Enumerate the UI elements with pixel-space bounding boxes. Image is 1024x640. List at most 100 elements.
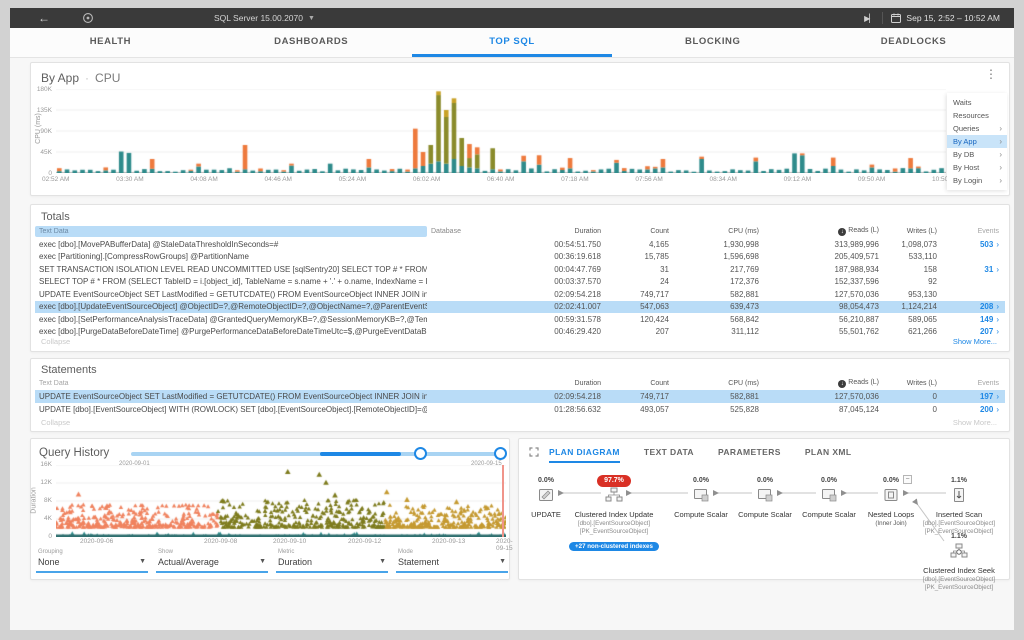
column-header-events[interactable]: Events: [937, 228, 1001, 235]
non-clustered-indexes-badge[interactable]: +27 non-clustered indexes: [569, 542, 659, 551]
chart-menu-item-resources[interactable]: Resources: [947, 109, 1007, 122]
tab-top-sql[interactable]: TOP SQL: [412, 28, 613, 57]
cell-events-link[interactable]: 149›: [937, 315, 1001, 324]
column-header-writes[interactable]: Writes (L): [879, 380, 937, 387]
tab-blocking[interactable]: BLOCKING: [612, 28, 813, 57]
cpu-ytick: 45K: [32, 149, 52, 156]
column-header-database[interactable]: Database: [427, 228, 509, 235]
collapse-subtree-toggle[interactable]: −: [903, 475, 912, 484]
cell-text-data: exec [dbo].[PurgeDataBeforeDateTime] @Pu…: [35, 327, 427, 336]
chart-group-label: By App: [41, 71, 79, 85]
grid-row[interactable]: exec [dbo].[MovePABufferData] @StaleData…: [35, 238, 1005, 251]
column-header-reads[interactable]: ↓Reads (L): [759, 227, 879, 236]
column-header-events[interactable]: Events: [937, 380, 1001, 387]
tab-deadlocks[interactable]: DEADLOCKS: [813, 28, 1014, 57]
chevron-right-icon: ›: [996, 265, 999, 274]
chevron-down-icon: ▼: [259, 558, 266, 565]
cell-writes: 158: [879, 265, 937, 274]
column-header-reads[interactable]: ↓Reads (L): [759, 379, 879, 388]
grid-row[interactable]: exec [dbo].[SetPerformanceAnalysisTraceD…: [35, 313, 1005, 326]
back-button[interactable]: ←: [38, 11, 50, 25]
cpu-bar-chart[interactable]: [56, 89, 946, 173]
tab-dashboards[interactable]: DASHBOARDS: [211, 28, 412, 57]
cell-events-link[interactable]: 200›: [937, 405, 1001, 414]
slider-handle-end[interactable]: [494, 447, 507, 460]
cell-count: 24: [601, 277, 669, 286]
server-selector[interactable]: SQL Server 15.00.2070 ▼: [214, 13, 315, 23]
statements-show-more-link[interactable]: Show More...: [953, 418, 997, 427]
qh-xtick: 2020-09-13: [432, 538, 465, 545]
jump-to-end-icon[interactable]: ▶▏: [864, 14, 874, 23]
column-header-cpu[interactable]: CPU (ms): [669, 380, 759, 387]
chart-menu-item-waits[interactable]: Waits: [947, 96, 1007, 109]
dropdown-metric[interactable]: MetricDuration▼: [276, 549, 388, 573]
cell-events-link[interactable]: 207›: [937, 327, 1001, 336]
grid-row[interactable]: exec [dbo].[UpdateEventSourceObject] @Ob…: [35, 301, 1005, 314]
dropdown-value: Statement: [398, 557, 439, 567]
cell-reads: 205,409,571: [759, 252, 879, 261]
column-header-cpu[interactable]: CPU (ms): [669, 228, 759, 235]
column-header-duration[interactable]: Duration: [509, 380, 601, 387]
chart-mode-menu: WaitsResourcesQueries›By App›By DB›By Ho…: [947, 93, 1007, 190]
cpu-xtick: 03:30 AM: [116, 176, 143, 183]
grid-row[interactable]: UPDATE EventSourceObject SET LastModifie…: [35, 390, 1005, 403]
cell-cpu: 172,376: [669, 277, 759, 286]
cell-reads: 56,210,887: [759, 315, 879, 324]
cell-events-link[interactable]: 197›: [937, 392, 1001, 401]
cpu-ytick: 90K: [32, 128, 52, 135]
cpu-xtick: 05:24 AM: [339, 176, 366, 183]
cell-count: 493,057: [601, 405, 669, 414]
cell-reads: 313,989,996: [759, 240, 879, 249]
statements-grid-card: Statements Text Data DurationCountCPU (ms…: [30, 358, 1010, 432]
chart-menu-item-by-host[interactable]: By Host›: [947, 161, 1007, 174]
cell-text-data: exec [dbo].[UpdateEventSourceObject] @Ob…: [35, 302, 427, 311]
qh-ytick: 4K: [32, 515, 52, 522]
cell-events-link[interactable]: 208›: [937, 302, 1001, 311]
grid-row[interactable]: UPDATE [dbo].[EventSourceObject] WITH (R…: [35, 403, 1005, 416]
cpu-xtick: 09:50 AM: [858, 176, 885, 183]
chart-menu-item-queries[interactable]: Queries›: [947, 122, 1007, 135]
column-header-count[interactable]: Count: [601, 228, 669, 235]
totals-show-more-link[interactable]: Show More...: [953, 337, 997, 346]
plan-node-clustered-index-seek[interactable]: 1.1%Clustered Index Seek[dbo].[EventSour…: [904, 525, 1014, 591]
qh-ytick: 0: [32, 533, 52, 540]
cell-events-link[interactable]: 503›: [937, 240, 1001, 249]
chevron-right-icon: ›: [999, 174, 1002, 187]
dropdown-show[interactable]: ShowActual/Average▼: [156, 549, 268, 573]
statements-collapse-link[interactable]: Collapse: [41, 418, 70, 427]
cell-events-link[interactable]: 31›: [937, 265, 1001, 274]
column-header-text-data[interactable]: Text Data: [35, 226, 427, 237]
column-header-writes[interactable]: Writes (L): [879, 228, 937, 235]
cell-count: 120,424: [601, 315, 669, 324]
cell-cpu: 582,881: [669, 392, 759, 401]
dropdown-grouping[interactable]: GroupingNone▼: [36, 549, 148, 573]
grid-row[interactable]: exec [Partitioning].[CompressRowGroups] …: [35, 251, 1005, 264]
date-range-slider-track[interactable]: [131, 452, 501, 456]
grid-row[interactable]: SET TRANSACTION ISOLATION LEVEL READ UNC…: [35, 263, 1005, 276]
tab-health[interactable]: HEALTH: [10, 28, 211, 57]
grid-row[interactable]: UPDATE EventSourceObject SET LastModifie…: [35, 288, 1005, 301]
date-range-picker[interactable]: Sep 15, 2:52 – 10:52 AM: [891, 13, 1000, 23]
compute-scalar-icon: [757, 487, 773, 508]
plan-diagram-card: PLAN DIAGRAMTEXT DATAPARAMETERSPLAN XML …: [518, 438, 1010, 580]
column-header-text-data[interactable]: Text Data: [35, 380, 427, 387]
qh-ytick: 16K: [32, 461, 52, 468]
chart-menu-item-label: Queries: [953, 124, 979, 133]
grid-row[interactable]: exec [dbo].[PurgeDataBeforeDateTime] @Pu…: [35, 326, 1005, 339]
dropdown-mode[interactable]: ModeStatement▼: [396, 549, 508, 573]
chart-options-kebab-icon[interactable]: ⋮: [985, 69, 997, 79]
statements-title: Statements: [41, 364, 97, 376]
column-header-duration[interactable]: Duration: [509, 228, 601, 235]
chart-menu-item-by-app[interactable]: By App›: [947, 135, 1007, 148]
query-history-scatter-chart[interactable]: [56, 465, 506, 537]
column-header-count[interactable]: Count: [601, 380, 669, 387]
chart-menu-item-by-login[interactable]: By Login›: [947, 174, 1007, 187]
chart-menu-item-by-db[interactable]: By DB›: [947, 148, 1007, 161]
target-icon[interactable]: [82, 12, 94, 24]
cell-duration: 00:54:51.750: [509, 240, 601, 249]
totals-collapse-link[interactable]: Collapse: [41, 337, 70, 346]
cell-duration: 00:59:31.578: [509, 315, 601, 324]
grid-row[interactable]: SELECT TOP # * FROM (SELECT TableID = i.…: [35, 276, 1005, 289]
slider-handle-start[interactable]: [414, 447, 427, 460]
calendar-icon: [891, 13, 901, 23]
